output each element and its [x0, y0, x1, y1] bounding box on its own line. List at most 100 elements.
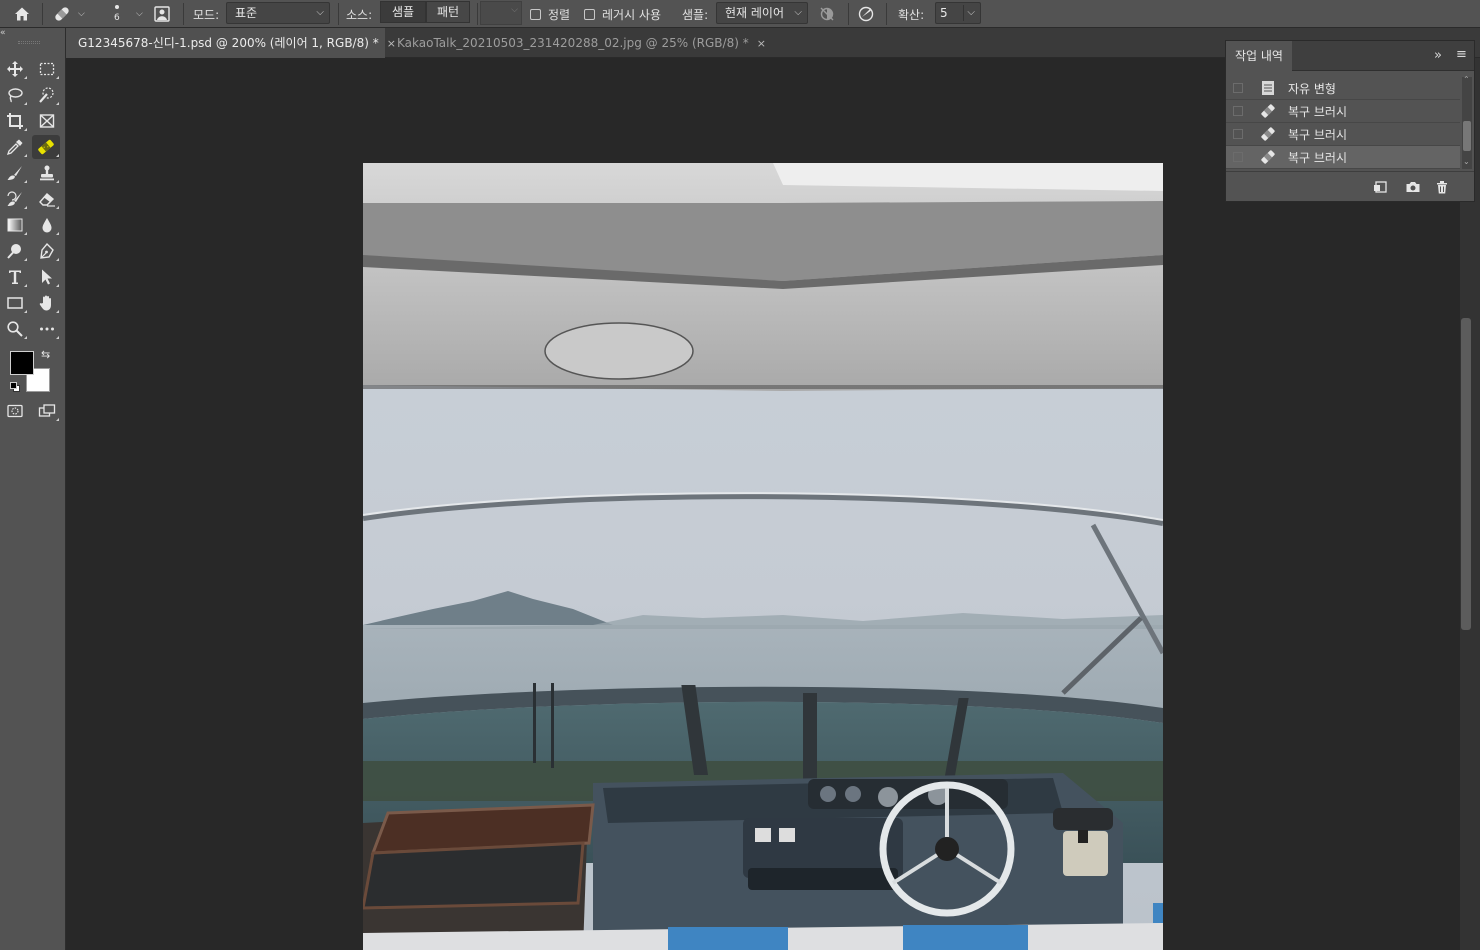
- boat-photo-image: [363, 163, 1163, 950]
- bandage-icon: [1260, 126, 1276, 142]
- history-source-checkbox[interactable]: [1233, 152, 1243, 162]
- history-item[interactable]: 자유 변형: [1226, 77, 1460, 100]
- history-panel-tab[interactable]: 작업 내역: [1226, 41, 1292, 71]
- hand-tool[interactable]: [34, 291, 60, 315]
- history-item-current[interactable]: 복구 브러시: [1226, 146, 1460, 169]
- arrow-cursor-icon: [42, 269, 52, 285]
- document-icon: [1260, 80, 1276, 96]
- history-scrollbar-thumb[interactable]: [1463, 121, 1471, 151]
- align-checkbox-box[interactable]: [530, 8, 541, 20]
- brush-size-picker[interactable]: 6 ⌵: [106, 0, 146, 28]
- history-brush-tool[interactable]: [2, 187, 28, 211]
- panel-menu-icon[interactable]: ≡: [1456, 47, 1467, 62]
- mode-label: 모드:: [193, 7, 220, 22]
- bandage-icon: [1260, 103, 1276, 119]
- gradient-tool[interactable]: [2, 213, 28, 237]
- chevron-down-icon: ⌵: [967, 7, 975, 18]
- pressure-icon: [858, 6, 874, 22]
- chevron-down-icon: ⌵: [511, 5, 518, 15]
- type-tool[interactable]: [2, 265, 28, 289]
- history-item-label: 복구 브러시: [1288, 150, 1348, 165]
- legacy-checkbox[interactable]: 레거시 사용: [584, 0, 661, 28]
- boat-photo[interactable]: [363, 163, 1163, 950]
- swap-colors-icon[interactable]: ⇆: [41, 348, 50, 361]
- options-bar: ⌵ 6 ⌵ 모드: 표준 ⌵ 소스: 샘플 패턴 ⌵ 정렬 레거시 사용 샘플:…: [0, 0, 1480, 28]
- drop-icon: [42, 218, 52, 233]
- quick-selection-tool[interactable]: [34, 83, 60, 107]
- mode-dropdown[interactable]: 표준 ⌵: [226, 2, 330, 24]
- sample-dropdown[interactable]: 현재 레이어 ⌵: [716, 2, 808, 24]
- more-tools-button[interactable]: [34, 317, 60, 341]
- eraser-icon: [39, 193, 55, 207]
- history-scrollbar[interactable]: ⌃ ⌄: [1462, 75, 1472, 169]
- default-colors-icon[interactable]: [10, 382, 20, 392]
- move-tool[interactable]: [2, 57, 28, 81]
- history-panel-header: 작업 내역 » ≡: [1226, 41, 1474, 71]
- history-source-checkbox[interactable]: [1233, 83, 1243, 93]
- bandage-icon: [1260, 149, 1276, 165]
- crop-icon: [7, 113, 23, 129]
- clone-stamp-tool[interactable]: [34, 161, 60, 185]
- source-pattern-button[interactable]: 패턴: [426, 1, 470, 23]
- tools-panel: « ⇆: [0, 28, 66, 950]
- blur-tool[interactable]: [34, 213, 60, 237]
- foreground-color-swatch[interactable]: [10, 351, 34, 375]
- legacy-checkbox-box[interactable]: [584, 8, 595, 20]
- camera-icon: [1406, 182, 1420, 192]
- collapse-toolbar-icon[interactable]: «: [0, 28, 6, 38]
- mode-value: 표준: [235, 6, 258, 20]
- quick-mask-icon: [7, 404, 23, 418]
- zoom-tool[interactable]: [2, 317, 28, 341]
- brush-tool[interactable]: [2, 161, 28, 185]
- delete-state-button[interactable]: [1434, 179, 1450, 195]
- diffusion-value: 5: [940, 6, 948, 20]
- chevron-down-icon: ⌵: [78, 9, 85, 19]
- home-button[interactable]: [10, 0, 34, 28]
- history-source-checkbox[interactable]: [1233, 106, 1243, 116]
- eraser-tool[interactable]: [34, 187, 60, 211]
- ignore-adjustment-layers-button[interactable]: [818, 0, 840, 28]
- diffusion-dropdown[interactable]: 5 ⌵: [935, 2, 981, 24]
- screen-mode-button[interactable]: [34, 399, 60, 423]
- align-checkbox[interactable]: 정렬: [530, 0, 570, 28]
- history-brush-icon: [7, 191, 22, 206]
- move-icon: [7, 61, 23, 77]
- path-selection-tool[interactable]: [34, 265, 60, 289]
- dodge-tool[interactable]: [2, 239, 28, 263]
- pen-tool[interactable]: [34, 239, 60, 263]
- legacy-label: 레거시 사용: [602, 7, 662, 22]
- brush-settings-button[interactable]: [153, 0, 175, 28]
- tab-label: G12345678-신디-1.psd @ 200% (레이어 1, RGB/8)…: [78, 36, 379, 50]
- lasso-tool[interactable]: [2, 83, 28, 107]
- sample-label: 샘플:: [682, 7, 709, 22]
- chevron-down-icon[interactable]: ⌄: [1463, 157, 1470, 166]
- crop-tool[interactable]: [2, 109, 28, 133]
- collapse-panel-icon[interactable]: »: [1434, 48, 1442, 63]
- history-source-checkbox[interactable]: [1233, 129, 1243, 139]
- pressure-size-button[interactable]: [857, 0, 879, 28]
- chevron-up-icon[interactable]: ⌃: [1463, 75, 1470, 84]
- new-document-from-state-button[interactable]: [1373, 179, 1389, 195]
- rectangular-marquee-icon: [39, 62, 55, 76]
- new-snapshot-button[interactable]: [1405, 179, 1421, 195]
- rectangle-tool[interactable]: [2, 291, 28, 315]
- toolbar-grip[interactable]: [18, 41, 40, 44]
- chevron-down-icon: ⌵: [316, 7, 324, 18]
- quick-mask-button[interactable]: [2, 399, 28, 423]
- history-item[interactable]: 복구 브러시: [1226, 100, 1460, 123]
- tab-jpg-document[interactable]: KakaoTalk_20210503_231420288_02.jpg @ 25…: [385, 28, 766, 58]
- frame-tool[interactable]: [34, 109, 60, 133]
- close-icon[interactable]: ×: [757, 29, 766, 59]
- source-sample-button[interactable]: 샘플: [380, 1, 426, 23]
- pattern-picker[interactable]: ⌵: [480, 1, 522, 25]
- history-panel-footer: [1226, 171, 1474, 201]
- history-item[interactable]: 복구 브러시: [1226, 123, 1460, 146]
- eyedropper-tool[interactable]: [2, 135, 28, 159]
- chevron-down-icon: ⌵: [136, 9, 143, 19]
- tab-psd-document[interactable]: G12345678-신디-1.psd @ 200% (레이어 1, RGB/8)…: [66, 28, 396, 58]
- new-document-icon: [1374, 181, 1387, 193]
- vertical-scrollbar-thumb[interactable]: [1461, 318, 1471, 630]
- marquee-tool[interactable]: [34, 57, 60, 81]
- tool-preset-picker[interactable]: ⌵: [52, 0, 92, 28]
- spot-healing-brush-tool[interactable]: [32, 135, 60, 159]
